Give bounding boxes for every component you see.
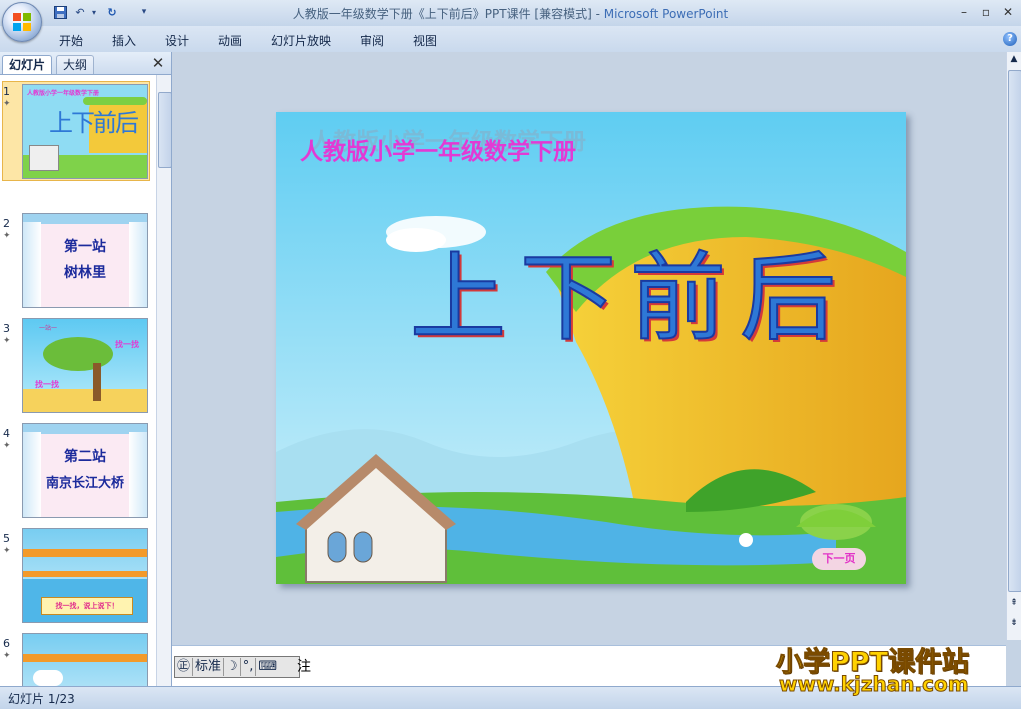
thumb-house [29,145,59,171]
tab-insert[interactable]: 插入 [112,32,136,49]
slides-pane: 幻灯片 大纲 ✕ 1 ✦ 人教版小学一年级数学下册 上下前后 2 ✦ 第一站 树… [0,52,172,686]
next-page-button[interactable]: 下一页 [812,548,866,570]
save-icon[interactable] [52,4,68,20]
thumb-trunk [93,363,101,401]
slide-thumbnail-5[interactable]: 找一找，说上说下！ [22,528,148,623]
watermark-url: www.kjzhan.com [779,672,970,697]
slide-thumbnail-2[interactable]: 第一站 树林里 [22,213,148,308]
scrollbar-thumb[interactable] [1008,70,1021,592]
pane-tabs: 幻灯片 大纲 ✕ [0,52,171,75]
window-title: 人教版一年级数学下册《上下前后》PPT课件 [兼容模式] - Microsoft… [0,5,1021,22]
close-button[interactable]: ✕ [998,4,1018,20]
thumb-line-2: 南京长江大桥 [45,476,124,491]
thumb-tag-1: 一站一 [39,325,58,332]
scrollbar-thumb[interactable] [158,92,171,168]
ime-toolbar[interactable]: ㊣ 标准 ☽ °, ⌨ [174,656,300,678]
office-logo-icon [13,13,31,31]
tab-outline[interactable]: 大纲 [56,55,95,74]
ribbon-tabs: 开始 插入 设计 动画 幻灯片放映 审阅 视图 ? [0,26,1021,53]
thumb-path [23,389,147,412]
prev-slide-icon[interactable]: ⇞ [1008,598,1020,610]
redo-icon[interactable]: ↻ [104,4,120,20]
ime-mode[interactable]: 标准 [193,658,225,676]
slide-number: 3 [3,322,10,335]
title-char-4[interactable]: 后 [739,220,837,359]
animation-icon: ✦ [3,441,11,451]
slide-number: 6 [3,637,10,650]
thumb-bridge-lower [23,571,147,577]
animation-icon: ✦ [3,231,11,241]
slide-subtitle[interactable]: 人教版小学一年级数学下册 [300,132,576,166]
notes-placeholder[interactable]: 注 [297,656,311,676]
title-char-3[interactable]: 前 [629,220,727,359]
thumb-subtitle: 人教版小学一年级数学下册 [27,90,100,97]
ime-keyboard-icon[interactable]: ⌨ [256,658,279,676]
help-icon[interactable]: ? [1003,32,1017,46]
title-char-2[interactable]: 下 [519,220,617,359]
slide-number: 5 [3,532,10,545]
app-name: Microsoft PowerPoint [603,7,729,21]
thumb-line-2: 树林里 [64,265,106,281]
thumb-tree [43,337,113,371]
thumbnails-scrollbar[interactable] [156,75,171,686]
animation-icon: ✦ [3,546,11,556]
ime-logo-icon[interactable]: ㊣ [175,658,194,676]
pane-close-icon[interactable]: ✕ [150,54,166,72]
animation-icon: ✦ [3,651,11,661]
thumb-line-1: 第一站 [64,239,106,255]
slide-number: 2 [3,217,10,230]
thumb-bridge [23,549,147,557]
customize-toolbar-icon[interactable]: ▾ [136,4,152,20]
slide-thumbnail-4[interactable]: 第二站 南京长江大桥 [22,423,148,518]
slide-thumbnails: 1 ✦ 人教版小学一年级数学下册 上下前后 2 ✦ 第一站 树林里 3 ✦ 一站… [0,75,156,686]
ime-punct-icon[interactable]: °, [241,658,257,676]
undo-dropdown-icon[interactable]: ▾ [86,4,102,20]
tab-animations[interactable]: 动画 [218,32,242,49]
thumb-big-title: 上下前后 [49,109,139,137]
editor-scrollbar[interactable]: ▲ ⇞ ⇟ [1006,52,1021,640]
slide-thumbnail-3[interactable]: 一站一 找一找 找一找 [22,318,148,413]
tab-slideshow[interactable]: 幻灯片放映 [271,32,331,49]
tab-home[interactable]: 开始 [59,32,83,49]
slide-thumbnail-1[interactable]: 人教版小学一年级数学下册 上下前后 [22,84,148,179]
minimize-button[interactable]: – [954,4,974,20]
office-button[interactable] [2,2,42,42]
title-char-1[interactable]: 上 [409,220,507,359]
document-title: 人教版一年级数学下册《上下前后》PPT课件 [兼容模式] - [292,7,604,21]
slide-number: 4 [3,427,10,440]
thumb-line-1: 第二站 [64,449,106,465]
thumb-banner: 找一找，说上说下！ [41,597,133,615]
restore-button[interactable]: ▫ [976,4,996,20]
thumb-bridge [23,654,147,662]
slide-counter: 幻灯片 1/23 [8,692,75,706]
thumb-tag-3: 找一找 [35,380,59,389]
slide-thumbnail-6[interactable] [22,633,148,686]
thumb-cloud [33,670,63,686]
thumb-tag-2: 找一找 [115,340,139,349]
animation-icon: ✦ [3,336,11,346]
tab-review[interactable]: 审阅 [360,32,384,49]
ime-moon-icon[interactable]: ☽ [224,658,241,676]
scroll-up-icon[interactable]: ▲ [1008,54,1020,66]
tab-slides[interactable]: 幻灯片 [2,55,53,74]
slide-number: 1 [3,85,10,98]
animation-icon: ✦ [3,99,11,109]
tab-design[interactable]: 设计 [165,32,189,49]
tab-view[interactable]: 视图 [413,32,437,49]
next-slide-icon[interactable]: ⇟ [1008,618,1020,630]
title-bar: 人教版一年级数学下册《上下前后》PPT课件 [兼容模式] - Microsoft… [0,0,1021,27]
current-slide[interactable]: 人教版小学一年级数学下册 人教版小学一年级数学下册 上 下 前 后 下一页 [276,112,906,584]
